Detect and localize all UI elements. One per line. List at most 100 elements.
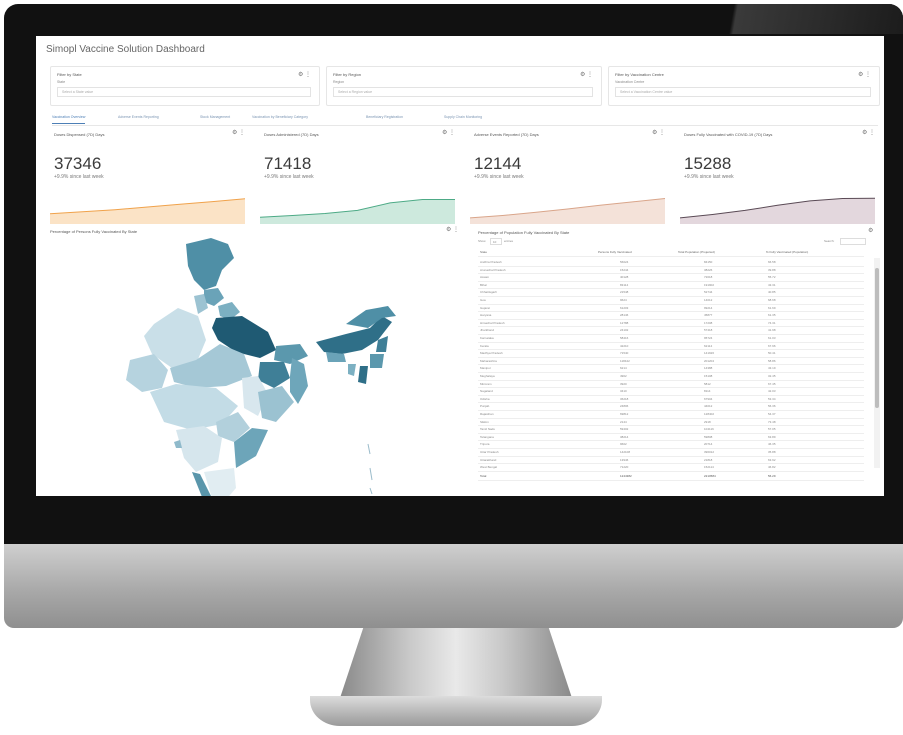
cell-state: Madhya Pradesh — [480, 351, 503, 356]
cell-state: Assam — [480, 275, 490, 280]
cell-population: 45877 — [704, 313, 713, 318]
gear-icon[interactable]: ⚙ ⋮ — [446, 226, 459, 233]
tab-adverse-events[interactable]: Adverse Events Reporting — [118, 115, 159, 123]
cell-fully-vaccinated: 12788 — [620, 320, 629, 325]
cell-fully-vaccinated: 118422 — [620, 358, 630, 363]
map-region-karnataka — [176, 426, 222, 472]
cell-population: 17208 — [704, 320, 713, 325]
cell-fully-vaccinated: 2144 — [620, 419, 627, 424]
cell-state: Odisha — [480, 396, 490, 401]
col-total-population[interactable]: Total Population (Projected) — [678, 250, 715, 254]
gear-icon[interactable]: ⚙ ⋮ — [858, 71, 871, 78]
cell-percent: 68.68 — [768, 298, 776, 302]
show-label: Show — [478, 239, 486, 243]
gear-icon[interactable]: ⚙ ⋮ — [442, 129, 455, 136]
kpi-sparkline — [470, 198, 666, 224]
col-percent-vaccinated[interactable]: % Fully Vaccinated (Population) — [766, 250, 808, 254]
search-input[interactable] — [840, 238, 866, 245]
cell-fully-vaccinated: 42210 — [620, 343, 629, 348]
cell-population: 14012 — [704, 298, 713, 302]
kpi-change: +9.9% since last week — [684, 174, 734, 180]
cell-percent: 32.45 — [768, 374, 776, 378]
kpi-card: Doses Fully Vaccinated with COVID-19 (7D… — [680, 128, 884, 224]
cell-percent: 39.88 — [768, 267, 776, 272]
gear-icon[interactable]: ⚙ ⋮ — [580, 71, 593, 78]
vaccination-table-panel: Percentage of Population Fully Vaccinate… — [474, 228, 884, 496]
cell-fully-vaccinated: 71540 — [620, 351, 629, 356]
sparkline-area — [50, 198, 245, 224]
cell-percent: 42.03 — [768, 389, 776, 394]
cell-population: 396012 — [704, 450, 715, 454]
cell-population: 191902 — [704, 282, 715, 287]
cell-percent: 74.31 — [768, 320, 776, 325]
india-map[interactable] — [46, 236, 456, 496]
tab-beneficiary-category[interactable]: Vaccination by Beneficiary Category — [252, 115, 308, 123]
monitor-base — [310, 696, 602, 726]
region-select[interactable]: Select a Region value — [333, 87, 593, 97]
kpi-card: Adverse Events Reported (7D) Days ⚙ ⋮ 12… — [470, 128, 675, 224]
kpi-value: 12144 — [474, 154, 522, 173]
cell-state: Mizoram — [480, 381, 492, 386]
page-title: Simopl Vaccine Solution Dashboard — [46, 44, 205, 55]
gear-icon[interactable]: ⚙ ⋮ — [862, 129, 875, 136]
col-fully-vaccinated[interactable]: Persons Fully Vaccinated — [598, 250, 632, 254]
kpi-value: 71418 — [264, 154, 312, 173]
map-region-islands — [367, 443, 373, 495]
map-region-wb — [290, 358, 308, 404]
gear-icon[interactable]: ⚙ ⋮ — [298, 71, 311, 78]
cell-population: 57418 — [704, 328, 713, 333]
cell-fully-vaccinated: 40128 — [620, 275, 629, 280]
kpi-title: Doses Administered (7D) Days — [264, 132, 319, 137]
cell-percent: 61.35 — [768, 313, 776, 318]
cell-population: 128402 — [704, 412, 715, 416]
centre-select[interactable]: Select a Vaccination Centre value — [615, 87, 871, 97]
tab-vaccination-overview[interactable]: Vaccination Overview — [52, 115, 86, 124]
cell-fully-vaccinated: 28146 — [620, 313, 629, 318]
tab-supply-chain[interactable]: Supply Chain Monitoring — [444, 115, 482, 123]
filter-title: Filter by Vaccination Centre — [615, 72, 664, 77]
table-scrollbar[interactable] — [874, 258, 880, 468]
cell-fully-vaccinated: 4902 — [620, 374, 627, 378]
gear-icon[interactable]: ⚙ ⋮ — [232, 129, 245, 136]
cell-population: 2918 — [704, 419, 711, 424]
cell-state: Rajasthan — [480, 412, 494, 416]
cell-percent: 63.89 — [768, 434, 776, 439]
cell-percent: 56.36 — [768, 404, 776, 409]
choropleth-map — [126, 238, 396, 496]
map-region-jharkhand — [258, 362, 290, 388]
cell-percent: 43.19 — [768, 366, 776, 371]
cell-fully-vaccinated: 61203 — [620, 305, 629, 310]
filter-title: Filter by Region — [333, 72, 362, 77]
cell-population: 95724 — [704, 336, 713, 340]
col-state[interactable]: State — [480, 250, 487, 254]
monitor-stand — [340, 628, 572, 698]
cell-state: Telangana — [480, 434, 494, 439]
cell-population: 72018 — [704, 275, 713, 280]
cell-state: Haryana — [480, 313, 492, 318]
cell-population: 20714 — [704, 442, 713, 447]
cell-fully-vaccinated: 83114 — [620, 282, 629, 287]
gear-icon[interactable]: ⚙ — [868, 227, 873, 234]
cell-state: Gujarat — [480, 305, 490, 310]
cell-percent: 67.96 — [768, 343, 776, 348]
entries-select[interactable]: 10 — [490, 238, 502, 245]
cell-population: 59808 — [704, 434, 713, 439]
cell-population: 5812 — [704, 381, 711, 386]
cell-percent: 61.69 — [768, 305, 776, 310]
state-select[interactable]: Select a State value — [57, 87, 311, 97]
cell-state: Tamil Nadu — [480, 427, 496, 432]
scrollbar-thumb[interactable] — [875, 268, 879, 408]
entries-value: 10 — [493, 239, 497, 244]
cell-percent: 63.92 — [768, 457, 776, 462]
tab-stock-management[interactable]: Stock Management — [200, 115, 230, 123]
cell-state: Uttar Pradesh — [480, 450, 499, 454]
table-row: West Bengal 71220 152114 46.82 — [478, 463, 864, 472]
tab-beneficiary-registration[interactable]: Beneficiary Registration — [366, 115, 403, 123]
total-fully: 1244382 — [620, 474, 632, 478]
cell-percent: 50.41 — [768, 351, 776, 356]
map-region-jk — [186, 238, 234, 290]
cell-state: Jharkhand — [480, 328, 495, 333]
cell-state: West Bengal — [480, 465, 497, 470]
sparkline-area — [680, 198, 875, 224]
gear-icon[interactable]: ⚙ ⋮ — [652, 129, 665, 136]
